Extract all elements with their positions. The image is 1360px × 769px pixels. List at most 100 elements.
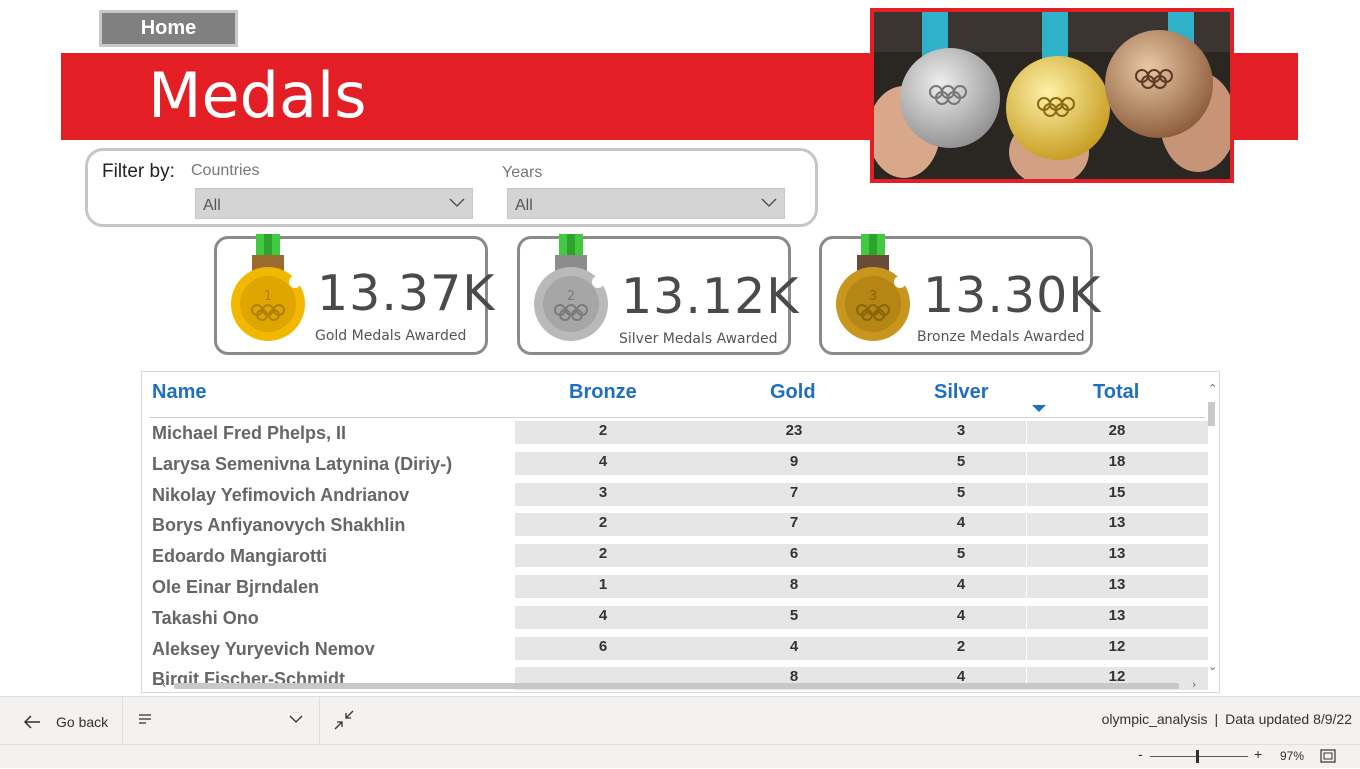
athlete-name: Aleksey Yuryevich Nemov [152, 638, 375, 659]
countries-slicer-label: Countries [191, 162, 260, 179]
athlete-name: Michael Fred Phelps, II [152, 423, 347, 443]
scroll-up-icon[interactable]: ⌃ [1208, 382, 1217, 395]
sort-descending-icon [1032, 405, 1046, 412]
bronze-kpi-card: 3 13.30K Bronze Medals Awarded [819, 234, 1100, 355]
gold-count: 7 [789, 483, 799, 501]
silver-medals-value: 13.12K [621, 268, 800, 325]
total-count: 13 [1108, 576, 1126, 593]
table-row[interactable]: Larysa Semenivna Latynina (Diriy-) 4 9 5 18 [142, 451, 1208, 479]
gold-count: 8 [789, 576, 799, 593]
silver-count: 3 [956, 422, 966, 439]
athlete-name: Edoardo Mangiarotti [152, 546, 327, 567]
page-navigation-dropdown[interactable] [134, 707, 310, 735]
silver-count: 4 [956, 514, 966, 532]
total-count: 13 [1108, 606, 1126, 624]
bronze-count: 3 [598, 483, 608, 501]
years-dropdown-value: All [515, 197, 533, 214]
chevron-down-icon [761, 198, 777, 208]
years-dropdown[interactable]: All [507, 188, 785, 219]
athlete-name: Larysa Semenivna Latynina (Diriy-) [152, 453, 453, 474]
gold-count: 23 [785, 422, 803, 439]
zoom-in-button[interactable]: + [1254, 746, 1262, 762]
athlete-name: Borys Anfiyanovych Shakhlin [152, 515, 406, 536]
gold-count: 6 [789, 545, 799, 563]
page-title: Medals [148, 59, 367, 132]
column-header-name[interactable]: Name [152, 381, 206, 404]
countries-dropdown[interactable]: All [195, 188, 473, 219]
horizontal-scrollbar-thumb[interactable] [174, 683, 1179, 689]
zoom-level: 97% [1280, 749, 1305, 763]
total-count: 18 [1108, 452, 1126, 470]
column-header-silver[interactable]: Silver [934, 381, 988, 404]
data-updated-text: Data updated 8/9/22 [1225, 711, 1352, 727]
table-row[interactable]: Aleksey Yuryevich Nemov 6 4 2 12 [142, 636, 1208, 664]
table-row[interactable]: Birgit Fischer-Schmidt 8 4 12 [142, 667, 1208, 692]
vertical-scrollbar-thumb[interactable] [1208, 402, 1215, 426]
go-back-label: Go back [56, 714, 109, 730]
gold-medals-label: Gold Medals Awarded [315, 328, 467, 344]
table-row[interactable]: Takashi Ono 4 5 4 13 [142, 605, 1208, 633]
svg-text:3: 3 [869, 289, 877, 304]
total-count: 13 [1108, 545, 1126, 563]
medals-table: Name Bronze Gold Silver Total Michael Fr… [141, 371, 1220, 693]
table-row[interactable]: Michael Fred Phelps, II 2 23 3 28 [142, 421, 1208, 448]
silver-count: 4 [956, 606, 966, 624]
table-row[interactable]: Borys Anfiyanovych Shakhlin 2 7 4 13 [142, 513, 1208, 540]
scroll-left-icon[interactable]: ‹ [162, 678, 166, 691]
gold-count: 4 [789, 637, 799, 655]
chevron-down-icon [289, 715, 303, 723]
bronze-count: 1 [598, 576, 608, 593]
silver-count: 2 [956, 637, 966, 655]
column-header-bronze[interactable]: Bronze [569, 381, 637, 404]
fit-to-page-icon[interactable] [1320, 749, 1336, 763]
athlete-name: Takashi Ono [152, 607, 259, 628]
status-area: olympic_analysis | Data updated 8/9/22 [1102, 711, 1352, 727]
bronze-medals-value: 13.30K [923, 267, 1102, 324]
gold-count: 5 [789, 606, 799, 624]
table-row[interactable]: Ole Einar Bjrndalen 1 8 4 13 [142, 575, 1208, 602]
total-count: 12 [1108, 637, 1126, 655]
footer-toolbar: Go back olympic_analysis | Data updated 8/… [0, 697, 1360, 745]
athlete-name: Ole Einar Bjrndalen [152, 577, 320, 597]
total-count: 15 [1108, 483, 1126, 501]
silver-count: 5 [956, 483, 966, 501]
gold-medal-icon: 1 [231, 234, 305, 341]
column-header-total[interactable]: Total [1093, 381, 1139, 404]
table-row[interactable]: Nikolay Yefimovich Andrianov 3 7 5 15 [142, 482, 1208, 510]
report-name: olympic_analysis [1101, 711, 1208, 727]
go-back-button[interactable]: Go back [22, 709, 108, 735]
silver-kpi-card: 2 13.12K Silver Medals Awarded [517, 234, 798, 355]
zoom-out-button[interactable]: - [1138, 746, 1143, 762]
scroll-down-icon[interactable]: ⌄ [1208, 660, 1217, 673]
athlete-name: Nikolay Yefimovich Andrianov [152, 484, 410, 505]
header-divider [149, 417, 1205, 418]
bronze-count: 6 [598, 637, 608, 655]
bronze-count: 4 [598, 606, 608, 624]
scroll-right-icon[interactable]: › [1192, 678, 1196, 691]
total-count: 13 [1108, 514, 1126, 532]
collapse-icon[interactable] [333, 709, 355, 731]
bronze-count: 4 [598, 452, 608, 470]
zoom-control: - + 97% [1120, 745, 1360, 769]
silver-count: 5 [956, 545, 966, 563]
medals-photo [870, 8, 1234, 183]
report-footer: Go back olympic_analysis | Data updated 8/… [0, 696, 1360, 768]
table-row[interactable]: Edoardo Mangiarotti 2 6 5 13 [142, 544, 1208, 571]
svg-text:2: 2 [567, 289, 575, 304]
gold-kpi-card: 1 13.37K Gold Medals Awarded [214, 234, 494, 355]
bronze-medal-icon: 3 [836, 234, 910, 341]
silver-medal-icon: 2 [534, 234, 608, 341]
filter-label: Filter by: [102, 161, 175, 182]
zoom-slider-track[interactable] [1150, 756, 1248, 757]
column-header-gold[interactable]: Gold [770, 381, 816, 404]
svg-text:1: 1 [264, 289, 272, 304]
footer-divider [122, 697, 123, 745]
silver-count: 4 [956, 576, 966, 593]
arrow-left-icon [23, 715, 40, 729]
footer-divider [319, 697, 320, 745]
home-button[interactable]: Home [99, 10, 238, 47]
countries-dropdown-value: All [203, 197, 221, 214]
status-separator: | [1214, 711, 1219, 727]
bronze-medals-label: Bronze Medals Awarded [917, 329, 1085, 345]
zoom-slider-thumb[interactable] [1196, 750, 1199, 763]
